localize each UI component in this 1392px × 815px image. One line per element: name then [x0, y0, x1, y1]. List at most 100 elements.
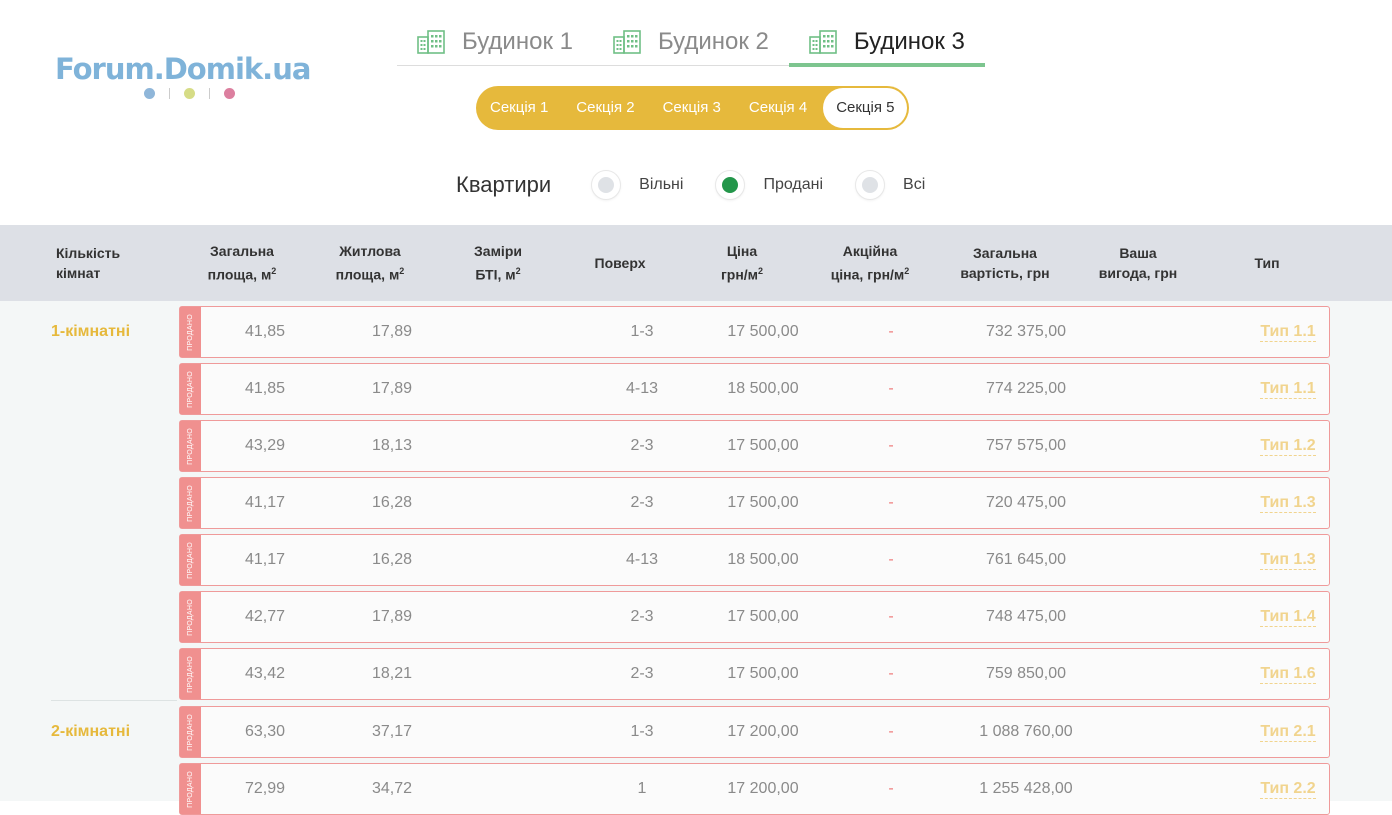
cell-type[interactable]: Тип 2.2 [1228, 764, 1348, 814]
cell-floor: 4-13 [625, 380, 659, 397]
sold-tag-label: ПРОДАНО [187, 427, 194, 465]
cell-total-area: 41,85 [244, 323, 286, 340]
cell-type[interactable]: Тип 1.2 [1228, 421, 1348, 471]
cell-type[interactable]: Тип 1.1 [1228, 307, 1348, 357]
cell-total-area: 41,17 [244, 551, 286, 568]
cell-benefit [1091, 535, 1211, 585]
building-icon [417, 29, 445, 54]
cell-type[interactable]: Тип 1.3 [1228, 478, 1348, 528]
cell-bti [459, 307, 579, 357]
apartment-type-link[interactable]: Тип 2.2 [1260, 780, 1316, 799]
radio-all[interactable] [855, 170, 886, 200]
cell-price: 18 500,00 [727, 551, 799, 568]
cell-living-area: 16,28 [371, 551, 413, 568]
cell-total-area: 72,99 [244, 780, 286, 797]
cell-floor: 2-3 [630, 437, 654, 454]
apartment-type-link[interactable]: Тип 2.1 [1260, 723, 1316, 742]
sold-tag-label: ПРОДАНО [187, 541, 194, 579]
cell-benefit [1091, 364, 1211, 414]
site-logo[interactable]: Forum.Domik.ua [55, 52, 325, 99]
cell-living-area: 18,13 [371, 437, 413, 454]
header-floor: Поверх [594, 255, 646, 271]
header-bti: Заміри БТІ, м2 [474, 243, 522, 283]
section-button-1[interactable]: Секція 1 [476, 88, 562, 128]
section-button-2[interactable]: Секція 2 [562, 88, 648, 128]
cell-bti [459, 364, 579, 414]
cell-promo: - [888, 723, 894, 740]
cell-price: 17 500,00 [727, 494, 799, 511]
table-row[interactable]: ПРОДАНО 63,30 37,17 1-3 17 200,00 - 1 088 760,… [179, 706, 1330, 758]
header-promo-price: Акційна ціна, грн/м2 [830, 243, 910, 283]
cell-promo: - [888, 494, 894, 511]
apartment-type-link[interactable]: Тип 1.1 [1260, 380, 1316, 399]
filter-option-free[interactable]: Вільні [591, 170, 683, 200]
cell-bti [459, 421, 579, 471]
filter-option-label: Продані [763, 176, 824, 193]
header-total-cost: Загальна вартість, грн [960, 245, 1050, 281]
cell-total-area: 41,17 [244, 494, 286, 511]
section-button-5[interactable]: Секція 5 [823, 88, 908, 128]
cell-total-area: 41,85 [244, 380, 286, 397]
cell-living-area: 34,72 [371, 780, 413, 797]
filter-option-all[interactable]: Всі [855, 170, 925, 200]
cell-floor: 2-3 [630, 665, 654, 682]
apartment-type-link[interactable]: Тип 1.4 [1260, 608, 1316, 627]
tab-house-1[interactable]: Будинок 1 [397, 18, 593, 65]
sold-tag-label: ПРОДАНО [187, 713, 194, 751]
section-button-4[interactable]: Секція 4 [735, 88, 821, 128]
apartment-type-link[interactable]: Тип 1.3 [1260, 494, 1316, 513]
section-button-3[interactable]: Секція 3 [649, 88, 735, 128]
table-row[interactable]: ПРОДАНО 42,77 17,89 2-3 17 500,00 - 748 475,00… [179, 591, 1330, 643]
cell-type[interactable]: Тип 2.1 [1228, 707, 1348, 757]
cell-price: 18 500,00 [727, 380, 799, 397]
cell-type[interactable]: Тип 1.6 [1228, 649, 1348, 699]
cell-promo: - [888, 665, 894, 682]
cell-price: 17 200,00 [727, 780, 799, 797]
cell-living-area: 16,28 [371, 494, 413, 511]
table-row[interactable]: ПРОДАНО 41,85 17,89 1-3 17 500,00 - 732 375,00… [179, 306, 1330, 358]
cell-benefit [1091, 421, 1211, 471]
table-body: 1-кімнатні 2-кімнатні ПРОДАНО 41,85 17,89 1… [0, 301, 1392, 815]
logo-dots [144, 88, 235, 99]
cell-promo: - [888, 323, 894, 340]
radio-sold[interactable] [715, 170, 746, 200]
tab-house-3[interactable]: Будинок 3 [788, 18, 985, 67]
table-row[interactable]: ПРОДАНО 72,99 34,72 1 17 200,00 - 1 255 428,00… [179, 763, 1330, 815]
apartment-type-link[interactable]: Тип 1.2 [1260, 437, 1316, 456]
table-row[interactable]: ПРОДАНО 41,17 16,28 4-13 18 500,00 - 761 645,0… [179, 534, 1330, 586]
header-benefit: Ваша вигода, грн [1098, 245, 1178, 281]
cell-type[interactable]: Тип 1.3 [1228, 535, 1348, 585]
cell-price: 17 500,00 [727, 323, 799, 340]
table-row[interactable]: ПРОДАНО 41,17 16,28 2-3 17 500,00 - 720 475,00… [179, 477, 1330, 529]
cell-total-cost: 748 475,00 [985, 608, 1067, 625]
cell-promo: - [888, 380, 894, 397]
sold-tag-label: ПРОДАНО [187, 484, 194, 522]
cell-bti [459, 707, 579, 757]
cell-total-area: 43,29 [244, 437, 286, 454]
cell-bti [459, 535, 579, 585]
cell-price: 17 200,00 [727, 723, 799, 740]
sold-tag: ПРОДАНО [180, 707, 201, 757]
table-row[interactable]: ПРОДАНО 43,29 18,13 2-3 17 500,00 - 757 575,00… [179, 420, 1330, 472]
filter-option-label: Вільні [639, 176, 684, 193]
cell-total-cost: 720 475,00 [985, 494, 1067, 511]
sold-tag: ПРОДАНО [180, 478, 201, 528]
apartment-type-link[interactable]: Тип 1.1 [1260, 323, 1316, 342]
radio-free[interactable] [591, 170, 622, 200]
logo-text: Forum.Domik.ua [55, 52, 311, 86]
group-label-1-room: 1-кімнатні [51, 323, 131, 340]
tab-house-2[interactable]: Будинок 2 [593, 18, 789, 65]
apartment-type-link[interactable]: Тип 1.3 [1260, 551, 1316, 570]
sold-tag-label: ПРОДАНО [187, 370, 194, 408]
cell-benefit [1091, 592, 1211, 642]
sold-tag-label: ПРОДАНО [187, 313, 194, 351]
apartment-type-link[interactable]: Тип 1.6 [1260, 665, 1316, 684]
cell-living-area: 17,89 [371, 380, 413, 397]
cell-type[interactable]: Тип 1.1 [1228, 364, 1348, 414]
table-row[interactable]: ПРОДАНО 43,42 18,21 2-3 17 500,00 - 759 850,00… [179, 648, 1330, 700]
tab-house-label: Будинок 2 [657, 27, 769, 55]
table-row[interactable]: ПРОДАНО 41,85 17,89 4-13 18 500,00 - 774 225,0… [179, 363, 1330, 415]
cell-price: 17 500,00 [727, 608, 799, 625]
cell-type[interactable]: Тип 1.4 [1228, 592, 1348, 642]
filter-option-sold[interactable]: Продані [715, 170, 823, 200]
